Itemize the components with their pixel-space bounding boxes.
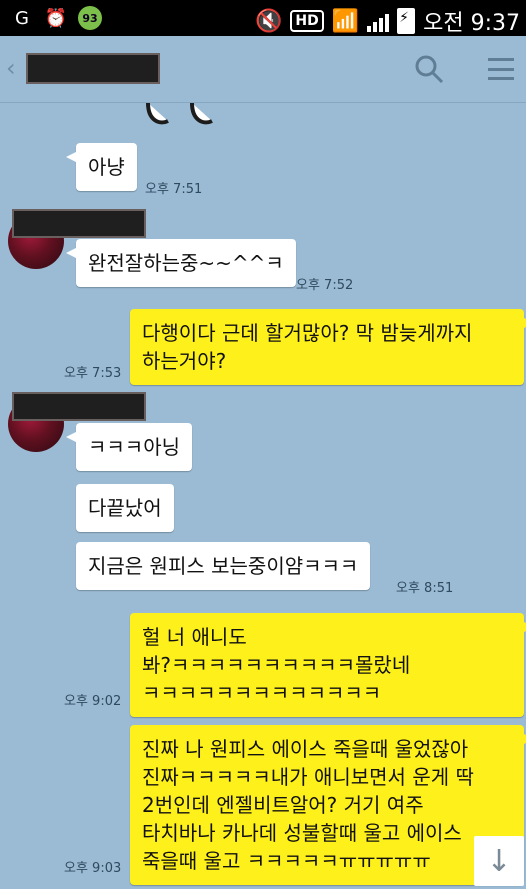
wifi-icon: 📶 bbox=[331, 8, 360, 34]
battery-icon bbox=[397, 8, 416, 34]
message-line: 타치바나 카나데 성불할때 울고 에이스 bbox=[142, 821, 462, 845]
chat-area: 아냥 오후 7:51 완전잘하는중~~^^ㅋ 오후 7:52 다행이다 근데 할… bbox=[0, 103, 526, 889]
message-time: 오후 7:52 bbox=[296, 278, 354, 293]
message-line: ㅋㅋㅋㅋㅋㅋㅋㅋㅋㅋㅋㅋㅋ bbox=[142, 681, 382, 705]
message-time: 오후 9:02 bbox=[64, 694, 122, 709]
chat-header: ‹ bbox=[0, 36, 526, 103]
message-time: 오후 9:03 bbox=[64, 861, 122, 876]
message-bubble: ㅋㅋㅋ아닝 bbox=[66, 423, 192, 471]
mute-icon: 🔇 bbox=[254, 8, 283, 34]
emoticon-partial bbox=[146, 103, 213, 125]
message-bubble-own: 다행이다 근데 할거많아? 막 밤늦게까지 하는거야? bbox=[130, 309, 526, 385]
message-line: 진짜ㅋㅋㅋㅋㅋ내가 애니보면서 운게 딱 bbox=[142, 765, 474, 789]
hd-icon: HD bbox=[290, 10, 324, 32]
alarm-icon: ⏰ bbox=[44, 7, 68, 29]
scroll-down-button[interactable]: ↓ bbox=[474, 836, 524, 886]
message-time: 오후 8:51 bbox=[396, 581, 454, 596]
search-icon[interactable] bbox=[414, 54, 444, 84]
back-icon[interactable]: ‹ bbox=[6, 54, 16, 82]
message-bubble: 지금은 원피스 보는중이얌ㅋㅋㅋ bbox=[76, 542, 371, 590]
status-right-icons: 🔇 HD 📶 오전 9:37 bbox=[255, 5, 520, 37]
g-icon: G bbox=[15, 7, 29, 29]
menu-icon[interactable] bbox=[488, 58, 514, 80]
sender-name-redacted bbox=[12, 392, 146, 421]
arrow-down-icon: ↓ bbox=[486, 843, 512, 879]
message-line: 진짜 나 원피스 에이스 죽을때 울었잖아 bbox=[142, 737, 469, 761]
message-time: 오후 7:53 bbox=[64, 366, 122, 381]
notification-badge: 93 bbox=[78, 6, 102, 30]
sender-name-redacted bbox=[12, 209, 146, 238]
message-bubble: 완전잘하는중~~^^ㅋ bbox=[66, 239, 296, 287]
message-bubble: 다끝났어 bbox=[76, 484, 174, 532]
message-bubble-own: 진짜 나 원피스 에이스 죽을때 울었잖아 진짜ㅋㅋㅋㅋㅋ내가 애니보면서 운게… bbox=[130, 725, 526, 885]
message-time: 오후 7:51 bbox=[145, 182, 203, 197]
message-line: 죽을때 울고 ㅋㅋㅋㅋㅋㅠㅠㅠㅠㅠ bbox=[142, 849, 431, 873]
clock-text: 오전 9:37 bbox=[423, 11, 520, 36]
message-line: 헐 너 애니도 bbox=[142, 625, 247, 649]
message-line: 2번인데 엔젤비트알어? 거기 여주 bbox=[142, 793, 424, 817]
message-bubble-own: 헐 너 애니도 봐?ㅋㅋㅋㅋㅋㅋㅋㅋㅋㅋ몰랐네 ㅋㅋㅋㅋㅋㅋㅋㅋㅋㅋㅋㅋㅋ bbox=[130, 613, 526, 717]
message-line: 봐?ㅋㅋㅋㅋㅋㅋㅋㅋㅋㅋ몰랐네 bbox=[142, 653, 411, 677]
message-bubble: 아냥 bbox=[66, 143, 137, 191]
message-line: 다행이다 근데 할거많아? 막 밤늦게까지 bbox=[142, 321, 473, 345]
status-left-icons: G ⏰ 93 bbox=[10, 6, 102, 30]
message-line: 하는거야? bbox=[142, 349, 227, 373]
status-bar: G ⏰ 93 🔇 HD 📶 오전 9:37 bbox=[0, 0, 526, 36]
chat-title-redacted bbox=[26, 53, 160, 84]
signal-icon bbox=[367, 10, 390, 32]
